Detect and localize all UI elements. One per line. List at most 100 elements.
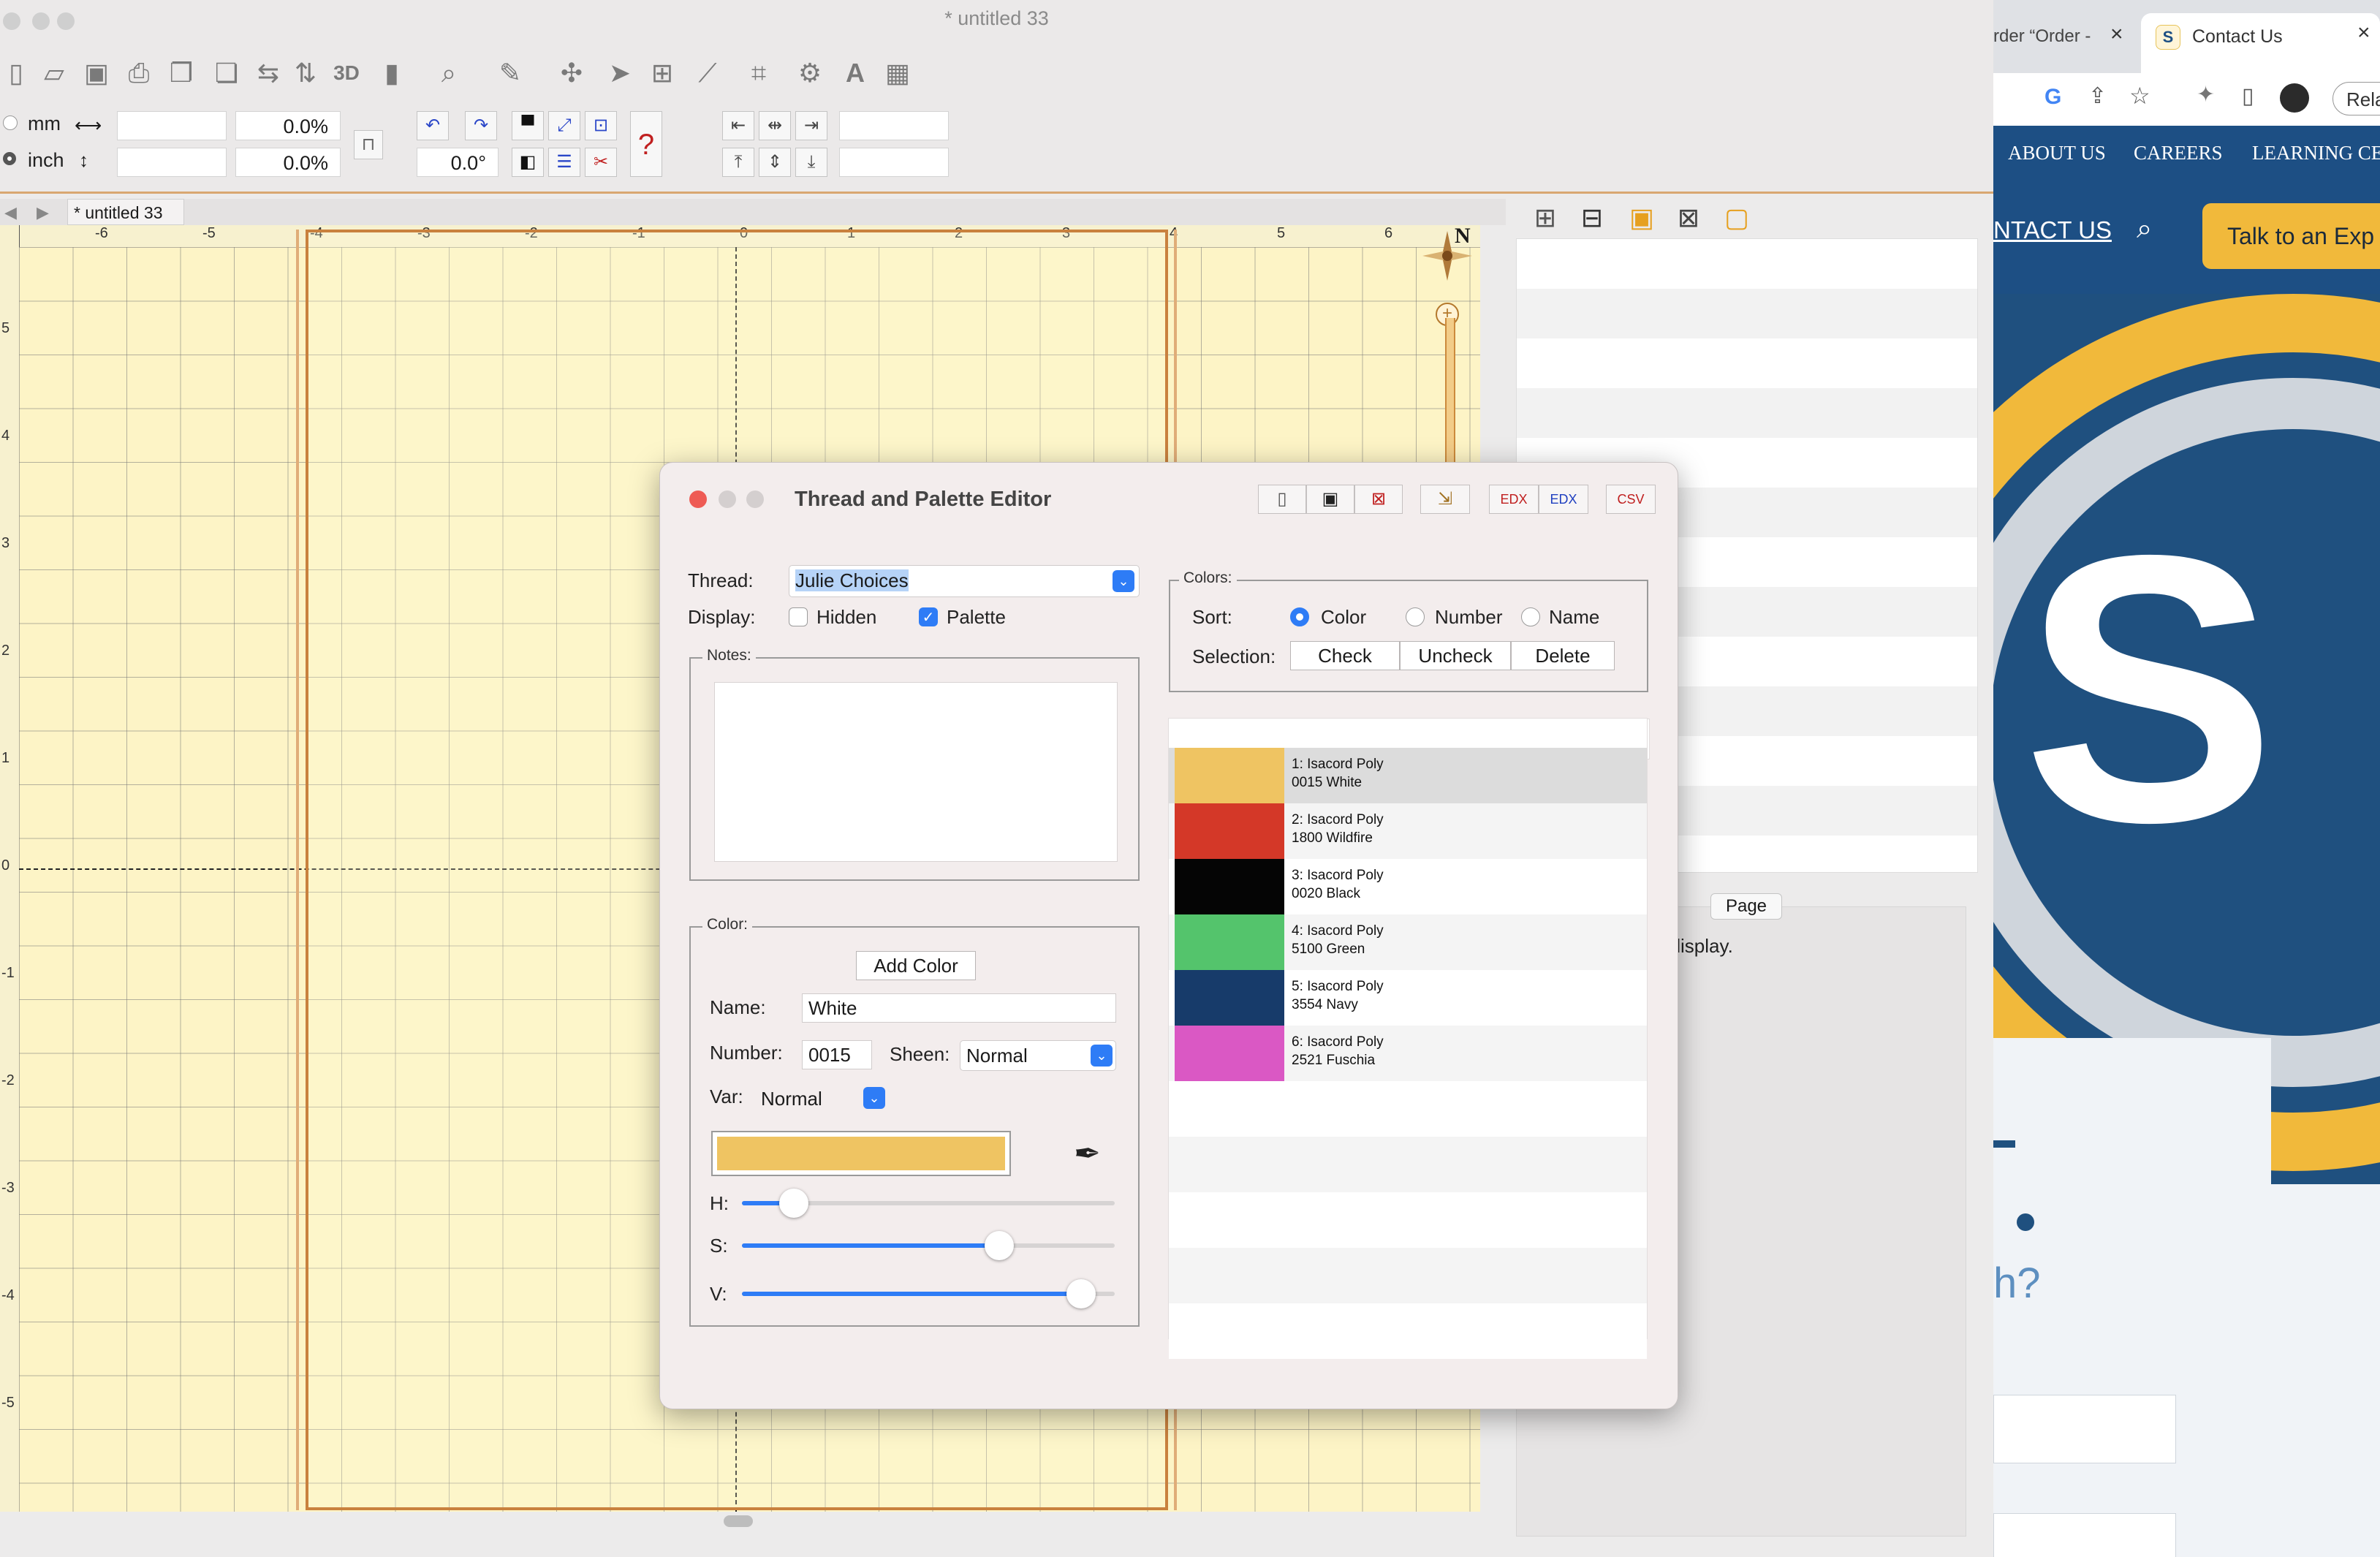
nav-contact-us[interactable]: NTACT US bbox=[1993, 216, 2112, 244]
height-input[interactable] bbox=[117, 148, 227, 177]
horizontal-scrollbar[interactable] bbox=[724, 1515, 753, 1527]
print-icon[interactable]: ⎙ bbox=[123, 57, 155, 89]
align-left-icon[interactable]: ⇤ bbox=[722, 111, 754, 140]
thread-row[interactable]: 2: Isacord Poly 1800 Wildfire bbox=[1169, 803, 1647, 859]
sort-number-radio[interactable] bbox=[1406, 607, 1425, 626]
delete-palette-icon[interactable]: ⊠ bbox=[1354, 485, 1403, 514]
mm-radio[interactable] bbox=[3, 115, 18, 130]
height-percent-input[interactable]: 0.0% bbox=[235, 148, 341, 177]
color-number-input[interactable]: 0015 bbox=[802, 1040, 872, 1069]
text-icon[interactable]: A bbox=[839, 57, 871, 89]
sort-name-radio[interactable] bbox=[1521, 607, 1540, 626]
bookmark-star-icon[interactable]: ☆ bbox=[2129, 82, 2150, 110]
extensions-icon[interactable]: ✦ bbox=[2197, 82, 2215, 107]
hidden-checkbox[interactable] bbox=[789, 607, 808, 626]
3d-icon[interactable]: 3D bbox=[330, 57, 363, 89]
pointer-icon[interactable]: ➤ bbox=[604, 57, 636, 89]
close-tab-icon[interactable]: × bbox=[2110, 22, 2123, 47]
center-icon[interactable]: ⊡ bbox=[585, 111, 617, 140]
ruler-icon[interactable]: ✎ bbox=[494, 57, 526, 89]
saturation-slider[interactable] bbox=[742, 1231, 1115, 1260]
lock-icon[interactable]: ▣ bbox=[1626, 202, 1658, 234]
thread-row[interactable]: 1: Isacord Poly 0015 White bbox=[1169, 748, 1647, 803]
fit-icon[interactable]: ⤢ bbox=[548, 111, 580, 140]
close-active-tab-icon[interactable]: × bbox=[2357, 20, 2370, 45]
width-input[interactable] bbox=[117, 111, 227, 140]
list-icon[interactable]: ☰ bbox=[548, 148, 580, 177]
thread-row[interactable]: 5: Isacord Poly 3554 Navy bbox=[1169, 970, 1647, 1026]
undo-button[interactable]: ↶ bbox=[417, 111, 449, 140]
x-position-input[interactable] bbox=[839, 111, 949, 140]
page-button[interactable]: Page bbox=[1710, 893, 1782, 920]
camera-icon[interactable]: ▦ bbox=[882, 57, 914, 89]
thread-select[interactable]: Julie Choices ⌄ bbox=[789, 565, 1140, 597]
tab-next-icon[interactable]: ▶ bbox=[37, 203, 49, 222]
stats-icon[interactable]: ▮ bbox=[376, 57, 408, 89]
var-select[interactable]: Normal ⌄ bbox=[755, 1084, 888, 1113]
add-color-button[interactable]: Add Color bbox=[856, 951, 976, 980]
saturation-knob[interactable] bbox=[984, 1231, 1014, 1260]
import-edx-icon[interactable]: EDX bbox=[1539, 485, 1588, 514]
contrast-icon[interactable]: ◧ bbox=[512, 148, 544, 177]
dialog-zoom-button[interactable] bbox=[746, 490, 764, 508]
nav-careers[interactable]: CAREERS bbox=[2134, 142, 2223, 164]
thread-row[interactable]: 4: Isacord Poly 5100 Green bbox=[1169, 914, 1647, 970]
group-icon[interactable]: ⊞ bbox=[1529, 202, 1561, 234]
value-knob[interactable] bbox=[1066, 1279, 1096, 1308]
dialog-minimize-button[interactable] bbox=[719, 490, 736, 508]
ungroup-icon[interactable]: ⊟ bbox=[1576, 202, 1608, 234]
thread-row[interactable]: 3: Isacord Poly 0020 Black bbox=[1169, 859, 1647, 914]
profile-avatar[interactable] bbox=[2280, 83, 2309, 113]
check-button[interactable]: Check bbox=[1290, 641, 1400, 670]
wireframe-icon[interactable]: ⌗ bbox=[743, 57, 775, 89]
align-top-icon[interactable]: ▀ bbox=[512, 111, 544, 140]
align-top-edge-icon[interactable]: ⤒ bbox=[722, 148, 754, 177]
redo-button[interactable]: ↷ bbox=[465, 111, 497, 140]
help-icon[interactable]: ? bbox=[630, 111, 662, 177]
sidebar-icon[interactable]: ▯ bbox=[2242, 83, 2254, 109]
gear-icon[interactable]: ⚙ bbox=[794, 57, 826, 89]
relaunch-button[interactable]: Rela bbox=[2332, 82, 2380, 115]
mirror-v-icon[interactable]: ⇅ bbox=[289, 57, 322, 89]
align-vcenter-icon[interactable]: ⇕ bbox=[759, 148, 791, 177]
sort-color-radio[interactable] bbox=[1290, 607, 1309, 626]
tab-prev-icon[interactable]: ◀ bbox=[4, 203, 17, 222]
save-icon[interactable]: ▣ bbox=[80, 57, 113, 89]
rotation-input[interactable]: 0.0° bbox=[417, 148, 499, 177]
nav-about-us[interactable]: ABOUT US bbox=[2008, 142, 2106, 164]
paste-icon[interactable]: ❏ bbox=[211, 57, 243, 89]
mirror-h-icon[interactable]: ⇆ bbox=[252, 57, 284, 89]
unlock-icon[interactable]: ▢ bbox=[1721, 202, 1753, 234]
align-right-icon[interactable]: ⇥ bbox=[795, 111, 827, 140]
export-csv-icon[interactable]: CSV bbox=[1606, 485, 1656, 514]
eyedropper-icon[interactable]: ✒ bbox=[1074, 1135, 1101, 1173]
y-position-input[interactable] bbox=[839, 148, 949, 177]
node-icon[interactable]: ⊞ bbox=[646, 57, 678, 89]
notes-textarea[interactable] bbox=[714, 682, 1118, 862]
new-icon[interactable]: ▯ bbox=[0, 57, 32, 89]
delete-button[interactable]: Delete bbox=[1511, 641, 1615, 670]
inch-radio[interactable] bbox=[3, 152, 16, 165]
copy-icon[interactable]: ❐ bbox=[165, 57, 197, 89]
google-icon[interactable]: G bbox=[2044, 85, 2061, 110]
uncheck-button[interactable]: Uncheck bbox=[1400, 641, 1511, 670]
share-icon[interactable]: ⇪ bbox=[2088, 83, 2107, 109]
tab-contact-us[interactable]: S rder “Order - Contact Us × bbox=[2141, 13, 2380, 73]
width-percent-input[interactable]: 0.0% bbox=[235, 111, 341, 140]
open-icon[interactable]: ▱ bbox=[38, 57, 70, 89]
color-name-input[interactable]: White bbox=[802, 993, 1116, 1023]
cut-icon[interactable]: ✂ bbox=[585, 148, 617, 177]
hue-slider[interactable] bbox=[742, 1189, 1115, 1218]
lock-aspect-button[interactable]: ⊓ bbox=[354, 130, 383, 159]
form-input-2[interactable] bbox=[1993, 1513, 2176, 1557]
align-bottom-icon[interactable]: ⤓ bbox=[795, 148, 827, 177]
talk-to-expert-button[interactable]: Talk to an Exp bbox=[2202, 203, 2380, 269]
search-icon[interactable]: ⌕ bbox=[2137, 213, 2152, 245]
lock-cancel-icon[interactable]: ⊠ bbox=[1672, 202, 1705, 234]
nav-learning-center[interactable]: LEARNING CE bbox=[2252, 142, 2380, 164]
dialog-close-button[interactable] bbox=[689, 490, 707, 508]
zoom-icon[interactable]: ⌕ bbox=[433, 57, 465, 89]
document-tab[interactable]: * untitled 33 bbox=[67, 199, 184, 225]
palette-checkbox[interactable]: ✓ bbox=[919, 607, 938, 626]
sheen-select[interactable]: Normal ⌄ bbox=[960, 1040, 1116, 1071]
